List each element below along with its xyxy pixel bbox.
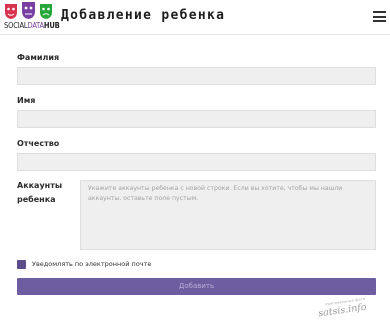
- app-header: SOCIALDATAHUB Добавление ребенка: [0, 0, 390, 35]
- hamburger-menu-icon[interactable]: [373, 11, 386, 22]
- accounts-label-line1: Аккаунты: [17, 181, 63, 190]
- logo-wordmark: SOCIALDATAHUB: [4, 21, 60, 30]
- last-name-label: Фамилия: [17, 53, 60, 62]
- add-child-button[interactable]: Добавить: [17, 278, 376, 295]
- theater-masks-logo-icon: [5, 2, 52, 19]
- patronymic-label: Отчество: [17, 139, 60, 148]
- email-notify-checkbox[interactable]: [17, 260, 26, 269]
- watermark: оригинальные фото satsis.info: [311, 294, 389, 324]
- first-name-label: Имя: [17, 96, 36, 105]
- logo-text-data: DATA: [27, 21, 44, 30]
- socialdatahub-logo[interactable]: SOCIALDATAHUB: [4, 2, 60, 31]
- logo-text-social: SOCIAL: [4, 21, 28, 30]
- page-title: Добавление ребенка: [61, 8, 226, 23]
- first-name-input[interactable]: [17, 110, 376, 128]
- accounts-textarea[interactable]: Укажите аккаунты ребенка с новой строки.…: [80, 180, 376, 250]
- accounts-label: Аккаунты ребенка: [17, 179, 62, 207]
- email-notify-label[interactable]: Уведомлять по электронной почте: [32, 259, 151, 270]
- last-name-input[interactable]: [17, 67, 376, 85]
- patronymic-input[interactable]: [17, 153, 376, 171]
- accounts-label-line2: ребенка: [17, 195, 56, 204]
- logo-text-hub: HUB: [43, 21, 60, 30]
